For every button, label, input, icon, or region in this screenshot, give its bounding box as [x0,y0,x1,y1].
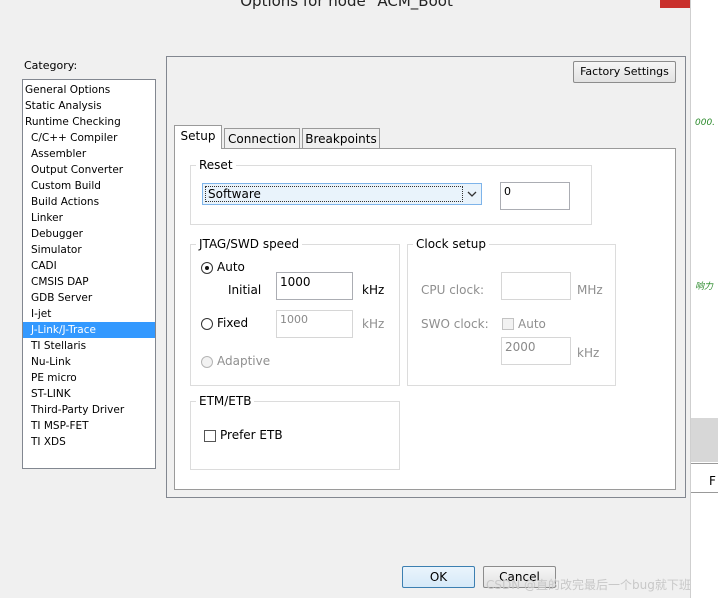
category-item[interactable]: TI MSP-FET [23,418,155,434]
clock-setup-title: Clock setup [413,237,489,251]
factory-settings-button[interactable]: Factory Settings [573,61,676,83]
fixed-speed-input[interactable]: 1000 [276,310,353,338]
swo-auto-label: Auto [518,317,546,331]
prefer-etb-label: Prefer ETB [220,428,283,442]
category-item[interactable]: J-Link/J-Trace [23,322,155,338]
category-item[interactable]: I-jet [23,306,155,322]
fixed-unit: kHz [362,317,385,331]
adaptive-radio[interactable] [201,356,213,368]
category-item[interactable]: Debugger [23,226,155,242]
category-item[interactable]: Simulator [23,242,155,258]
auto-radio-label: Auto [217,260,245,274]
background-divider-2 [691,492,718,493]
background-text: F [709,474,716,488]
category-item[interactable]: TI Stellaris [23,338,155,354]
fixed-radio-label: Fixed [217,316,249,330]
cpu-clock-unit: MHz [577,283,603,297]
reset-group-title: Reset [196,158,236,172]
background-code-comment: 响力 [695,282,714,292]
cpu-clock-label: CPU clock: [421,283,485,297]
chevron-down-icon [465,187,479,201]
reset-delay-input[interactable]: 0 [500,182,570,210]
category-item[interactable]: Third-Party Driver [23,402,155,418]
adaptive-radio-label: Adaptive [217,354,271,368]
watermark-text: CSDN @直的改完最后一个bug就下班 [486,578,691,592]
swo-clock-input[interactable]: 2000 [501,337,571,365]
category-label: Category: [24,59,78,72]
reset-select-value: Software [205,186,463,202]
close-button[interactable] [660,0,690,8]
etm-etb-title: ETM/ETB [196,394,255,408]
background-scrollbar [691,418,718,462]
category-item[interactable]: Custom Build [23,178,155,194]
category-item[interactable]: PE micro [23,370,155,386]
initial-unit: kHz [362,283,385,297]
reset-select[interactable]: Software [202,183,482,205]
category-item[interactable]: Static Analysis [23,98,155,114]
jtag-speed-title: JTAG/SWD speed [196,237,303,251]
category-item[interactable]: Build Actions [23,194,155,210]
category-item[interactable]: TI XDS [23,434,155,450]
auto-radio[interactable] [201,262,213,274]
swo-clock-unit: kHz [577,346,600,360]
category-item[interactable]: General Options [23,82,155,98]
category-item[interactable]: CMSIS DAP [23,274,155,290]
category-item[interactable]: Linker [23,210,155,226]
tab-connection[interactable]: Connection [224,128,300,148]
tab-breakpoints[interactable]: Breakpoints [302,128,380,148]
initial-speed-input[interactable]: 1000 [276,272,353,300]
category-item[interactable]: C/C++ Compiler [23,130,155,146]
category-item[interactable]: ST-LINK [23,386,155,402]
category-item[interactable]: Output Converter [23,162,155,178]
fixed-radio[interactable] [201,318,213,330]
tab-setup[interactable]: Setup [174,125,222,149]
cpu-clock-input[interactable] [501,272,571,300]
window-title: Options for node "ACM_Boot" [240,0,460,10]
category-list[interactable]: General Options Static Analysis Runtime Ch… [22,79,156,469]
prefer-etb-checkbox[interactable] [204,430,216,442]
swo-auto-checkbox[interactable] [502,318,514,330]
category-item[interactable]: Assembler [23,146,155,162]
background-divider [691,463,718,464]
initial-label: Initial [228,283,262,297]
category-item[interactable]: Runtime Checking [23,114,155,130]
background-code-text: 000. [695,118,716,128]
category-item[interactable]: GDB Server [23,290,155,306]
swo-clock-label: SWO clock: [421,317,489,331]
background-editor-strip: 000. 响力 F [690,0,718,598]
ok-button[interactable]: OK [402,566,475,588]
category-item[interactable]: Nu-Link [23,354,155,370]
category-item[interactable]: CADI [23,258,155,274]
